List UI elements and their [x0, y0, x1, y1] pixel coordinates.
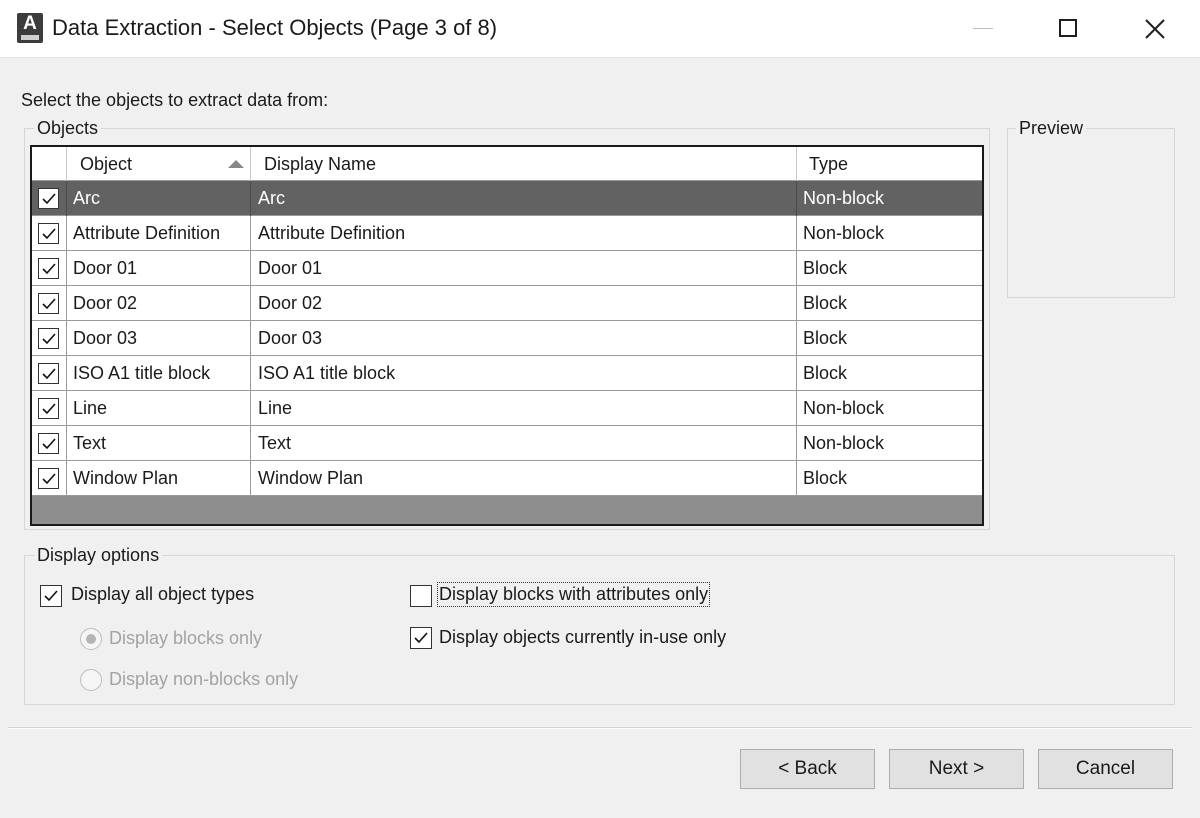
close-icon	[1145, 19, 1165, 39]
cell-display-name[interactable]: Door 02	[252, 286, 322, 321]
cell-type: Non-block	[803, 398, 885, 418]
cell-object: Attribute Definition	[73, 223, 221, 243]
close-button[interactable]	[1112, 0, 1198, 58]
display-blocks-with-attributes-label[interactable]: Display blocks with attributes only	[436, 582, 711, 607]
table-row[interactable]: Line Line Non-block	[32, 391, 982, 426]
display-all-object-types-label[interactable]: Display all object types	[71, 584, 254, 605]
cell-display-name[interactable]: Arc	[252, 181, 285, 216]
objects-table[interactable]: Object Display Name Type Arc Arc Non-blo…	[30, 145, 984, 526]
table-row[interactable]: Arc Arc Non-block	[32, 181, 982, 216]
autocad-app-icon: A	[17, 13, 43, 43]
display-blocks-only-label: Display blocks only	[109, 628, 263, 648]
checkmark-icon	[42, 193, 56, 205]
cell-type: Block	[803, 258, 848, 278]
table-row[interactable]: Attribute Definition Attribute Definitio…	[32, 216, 982, 251]
checkmark-icon	[42, 333, 56, 345]
cell-object: Door 01	[73, 258, 138, 278]
table-row[interactable]: ISO A1 title block ISO A1 title block Bl…	[32, 356, 982, 391]
table-row[interactable]: Window Plan Window Plan Block	[32, 461, 982, 496]
table-row[interactable]: Door 01 Door 01 Block	[32, 251, 982, 286]
minimize-button[interactable]	[940, 0, 1026, 58]
cell-object: Window Plan	[73, 468, 179, 488]
cell-type: Block	[803, 468, 848, 488]
row-checkbox[interactable]	[38, 223, 59, 244]
row-checkbox[interactable]	[38, 328, 59, 349]
display-blocks-with-attributes-checkbox[interactable]	[410, 585, 432, 607]
instruction-text: Select the objects to extract data from:	[21, 90, 329, 110]
row-checkbox[interactable]	[38, 433, 59, 454]
row-checkbox[interactable]	[38, 188, 59, 209]
cell-type: Block	[803, 293, 848, 313]
checkmark-icon	[42, 473, 56, 485]
checkmark-icon	[414, 632, 428, 644]
column-header-type[interactable]: Type	[797, 147, 982, 181]
display-options-group-label: Display options	[34, 545, 163, 566]
app-icon-letter: A	[23, 13, 37, 34]
sort-ascending-icon	[228, 160, 244, 168]
row-checkbox[interactable]	[38, 398, 59, 419]
title-bar: A Data Extraction - Select Objects (Page…	[0, 0, 1200, 58]
cell-display-name[interactable]: Attribute Definition	[252, 216, 405, 251]
cell-type: Non-block	[803, 188, 885, 208]
display-blocks-only-radio	[80, 628, 102, 650]
cell-object: Arc	[73, 188, 100, 208]
table-row[interactable]: Door 02 Door 02 Block	[32, 286, 982, 321]
display-objects-in-use-checkbox[interactable]	[410, 627, 432, 649]
cell-type: Block	[803, 328, 848, 348]
display-all-object-types-checkbox[interactable]	[40, 585, 62, 607]
cell-type: Non-block	[803, 433, 885, 453]
cell-object: Line	[73, 398, 108, 418]
maximize-icon	[1059, 19, 1077, 37]
table-row[interactable]: Door 03 Door 03 Block	[32, 321, 982, 356]
maximize-button[interactable]	[1026, 0, 1112, 58]
cell-type: Non-block	[803, 223, 885, 243]
table-row[interactable]: Text Text Non-block	[32, 426, 982, 461]
checkmark-icon	[42, 263, 56, 275]
display-non-blocks-only-label: Display non-blocks only	[109, 669, 299, 689]
column-header-object[interactable]: Object	[68, 147, 252, 181]
preview-groupbox	[1007, 128, 1175, 298]
radio-selected-dot	[86, 634, 96, 644]
cell-object: Door 03	[73, 328, 138, 348]
cell-display-name[interactable]: Text	[252, 426, 291, 461]
column-header-type-label: Type	[809, 154, 849, 174]
cell-type: Block	[803, 363, 848, 383]
display-non-blocks-only-radio	[80, 669, 102, 691]
cell-object: Text	[73, 433, 107, 453]
cell-display-name[interactable]: Line	[252, 391, 292, 426]
checkmark-icon	[42, 403, 56, 415]
checkmark-icon	[44, 590, 58, 602]
display-objects-in-use-label[interactable]: Display objects currently in-use only	[439, 627, 726, 648]
window-title: Data Extraction - Select Objects (Page 3…	[52, 15, 498, 40]
objects-group-label: Objects	[34, 118, 102, 139]
checkmark-icon	[42, 228, 56, 240]
checkmark-icon	[42, 298, 56, 310]
cell-object: Door 02	[73, 293, 138, 313]
column-header-display-name[interactable]: Display Name	[252, 147, 797, 181]
row-checkbox[interactable]	[38, 258, 59, 279]
checkmark-icon	[42, 438, 56, 450]
row-checkbox[interactable]	[38, 468, 59, 489]
cell-display-name[interactable]: Window Plan	[252, 461, 363, 496]
checkmark-icon	[42, 368, 56, 380]
row-checkbox[interactable]	[38, 363, 59, 384]
preview-group-label: Preview	[1016, 118, 1087, 139]
cell-display-name[interactable]: ISO A1 title block	[252, 356, 395, 391]
cancel-button[interactable]: Cancel	[1038, 749, 1173, 789]
next-button[interactable]: Next >	[889, 749, 1024, 789]
column-header-object-label: Object	[80, 154, 133, 174]
column-header-display-name-label: Display Name	[264, 154, 377, 174]
row-checkbox[interactable]	[38, 293, 59, 314]
back-button[interactable]: < Back	[740, 749, 875, 789]
cell-display-name[interactable]: Door 03	[252, 321, 322, 356]
table-header: Object Display Name Type	[32, 147, 982, 181]
minimize-icon	[973, 28, 993, 29]
cell-display-name[interactable]: Door 01	[252, 251, 322, 286]
cell-object: ISO A1 title block	[73, 363, 211, 383]
